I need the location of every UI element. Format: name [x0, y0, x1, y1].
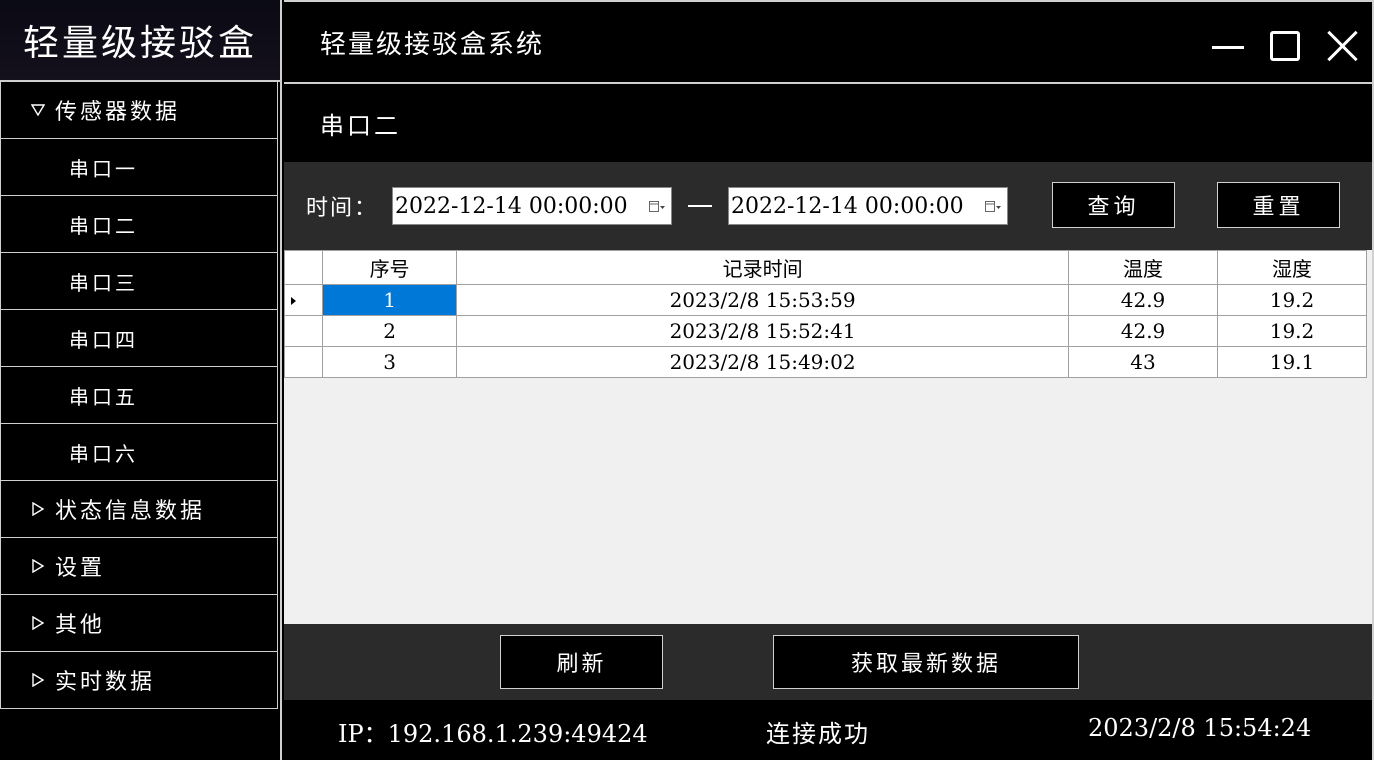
- main-panel: 轻量级接驳盒系统 串口二 时间： 2022-12-14 00:00:00 202…: [284, 0, 1374, 760]
- row-header-corner: [284, 250, 323, 285]
- sidebar-item-serial-2[interactable]: 串口二: [0, 196, 278, 253]
- status-bar: IP：192.168.1.239:49424 连接成功 2023/2/8 15:…: [284, 700, 1372, 760]
- maximize-icon[interactable]: [1270, 31, 1300, 61]
- action-bar: 刷新 获取最新数据: [284, 624, 1372, 700]
- table-cell[interactable]: 19.2: [1217, 315, 1367, 347]
- start-date-value: 2022-12-14 00:00:00: [395, 193, 628, 219]
- sidebar-item-sensor-data[interactable]: 传感器数据: [0, 82, 278, 139]
- sidebar: 轻量级接驳盒 传感器数据 串口一 串口二 串口三 串口四 串口五 串口六 状态信…: [0, 0, 282, 760]
- sidebar-item-label: 其他: [55, 613, 106, 638]
- sidebar-item-label: 串口一: [69, 156, 138, 181]
- status-datetime: 2023/2/8 15:54:24: [1088, 714, 1312, 742]
- sidebar-item-serial-3[interactable]: 串口三: [0, 253, 278, 310]
- sidebar-item-serial-6[interactable]: 串口六: [0, 424, 278, 481]
- time-label: 时间：: [306, 196, 379, 221]
- sidebar-item-settings[interactable]: 设置: [0, 538, 278, 595]
- close-icon[interactable]: [1326, 30, 1358, 62]
- table-cell[interactable]: 2: [321, 315, 458, 347]
- sidebar-item-label: 状态信息数据: [55, 499, 206, 524]
- refresh-button[interactable]: 刷新: [500, 635, 663, 689]
- sidebar-item-realtime[interactable]: 实时数据: [0, 652, 278, 709]
- sidebar-item-label: 串口五: [69, 384, 138, 409]
- window-title: 轻量级接驳盒系统: [320, 29, 545, 60]
- table-cell[interactable]: 19.1: [1217, 346, 1367, 378]
- table-header-row: 序号 记录时间 温度 湿度: [284, 250, 1367, 285]
- row-header[interactable]: [284, 315, 323, 347]
- end-date-picker[interactable]: 2022-12-14 00:00:00: [728, 187, 1009, 225]
- sidebar-item-label: 串口三: [69, 270, 138, 295]
- sidebar-item-label: 传感器数据: [55, 100, 181, 125]
- date-range-separator: [688, 205, 713, 207]
- column-header[interactable]: 温度: [1068, 250, 1218, 285]
- end-date-value: 2022-12-14 00:00:00: [731, 193, 964, 219]
- table-row[interactable]: 3 2023/2/8 15:49:02 43 19.1: [284, 346, 1367, 378]
- table-row[interactable]: 1 2023/2/8 15:53:59 42.9 19.2: [284, 284, 1367, 316]
- table-cell[interactable]: 3: [321, 346, 458, 378]
- column-header[interactable]: 序号: [321, 250, 458, 285]
- triangle-right-icon: [32, 673, 45, 687]
- window-controls: [1212, 30, 1358, 62]
- triangle-right-icon: [32, 559, 45, 573]
- minimize-icon[interactable]: [1212, 30, 1244, 62]
- sidebar-item-label: 实时数据: [55, 670, 156, 695]
- sidebar-item-label: 设置: [55, 556, 106, 581]
- sidebar-item-label: 串口二: [69, 213, 138, 238]
- sidebar-item-serial-5[interactable]: 串口五: [0, 367, 278, 424]
- column-header[interactable]: 湿度: [1217, 250, 1367, 285]
- table-cell[interactable]: 43: [1068, 346, 1218, 378]
- start-date-picker[interactable]: 2022-12-14 00:00:00: [392, 187, 673, 225]
- sidebar-item-label: 串口六: [69, 441, 138, 466]
- triangle-right-icon: [32, 616, 45, 630]
- triangle-down-icon: [31, 104, 45, 117]
- data-table: 序号 记录时间 温度 湿度 1 2023/2/8 15:53:59 42.9 1…: [284, 250, 1367, 378]
- data-grid: 序号 记录时间 温度 湿度 1 2023/2/8 15:53:59 42.9 1…: [284, 250, 1372, 624]
- title-bar: 轻量级接驳盒系统: [284, 2, 1372, 84]
- row-header[interactable]: [284, 346, 323, 378]
- table-cell[interactable]: 42.9: [1068, 284, 1218, 316]
- table-cell[interactable]: 2023/2/8 15:52:41: [456, 315, 1070, 347]
- connection-status: 连接成功: [766, 720, 870, 748]
- calendar-dropdown-icon[interactable]: [649, 200, 666, 214]
- query-button[interactable]: 查询: [1052, 182, 1175, 228]
- sidebar-item-label: 串口四: [69, 327, 138, 352]
- sidebar-item-serial-1[interactable]: 串口一: [0, 139, 278, 196]
- column-header[interactable]: 记录时间: [456, 250, 1070, 285]
- table-cell[interactable]: 2023/2/8 15:53:59: [456, 284, 1070, 316]
- table-cell[interactable]: 42.9: [1068, 315, 1218, 347]
- page-title: 串口二: [284, 84, 1372, 162]
- current-row-pointer-icon: [291, 297, 296, 305]
- app-logo: 轻量级接驳盒: [0, 0, 280, 82]
- table-cell[interactable]: 1: [321, 284, 458, 316]
- table-cell[interactable]: 2023/2/8 15:49:02: [456, 346, 1070, 378]
- calendar-dropdown-icon[interactable]: [985, 200, 1002, 214]
- ip-address: IP：192.168.1.239:49424: [338, 720, 648, 748]
- row-header[interactable]: [284, 284, 323, 316]
- fetch-latest-button[interactable]: 获取最新数据: [773, 635, 1079, 689]
- sidebar-item-other[interactable]: 其他: [0, 595, 278, 652]
- sidebar-item-serial-4[interactable]: 串口四: [0, 310, 278, 367]
- filter-bar: 时间： 2022-12-14 00:00:00 2022-12-14 00:00…: [284, 162, 1372, 250]
- sidebar-item-status-info[interactable]: 状态信息数据: [0, 481, 278, 538]
- reset-button[interactable]: 重置: [1217, 182, 1340, 228]
- table-cell[interactable]: 19.2: [1217, 284, 1367, 316]
- table-row[interactable]: 2 2023/2/8 15:52:41 42.9 19.2: [284, 315, 1367, 347]
- triangle-right-icon: [32, 502, 45, 516]
